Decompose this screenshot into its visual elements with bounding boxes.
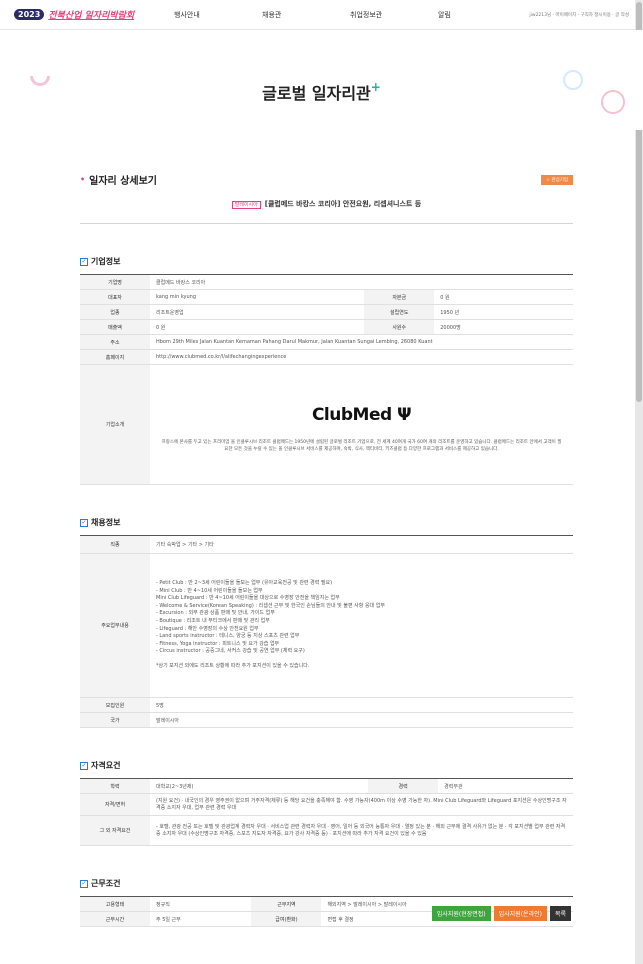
apply-offline-button[interactable]: 입사지원(현장면접) (431, 906, 491, 921)
table-row: 그 외 자격요건 - 호텔, 관광 전공 또는 호텔 및 관광업계 경력자 우대 … (80, 815, 573, 846)
label-employment-type: 고용형태 (80, 896, 150, 912)
value-capital: 0 원 (434, 289, 573, 305)
label-ceo: 대표자 (80, 289, 150, 305)
label-address: 주소 (80, 334, 150, 350)
label-company-name: 기업명 (80, 274, 150, 290)
table-row: 기업소개 ClubMed Ψ 프랑스에 본사를 두고 있는 프리미엄 올 인클루… (80, 364, 573, 485)
value-license: (지원 요건) · 내국인의 경우 영주권이 없으며 거주자격(체류) 등 해당… (150, 793, 573, 816)
value-address: Hbom 29th Miles Jalan Kuantan Kemaman Pa… (150, 334, 573, 350)
label-homepage: 홈페이지 (80, 349, 150, 365)
table-row: 매출액 0 원 사원수 20000명 (80, 319, 573, 335)
table-row: 국가 말레이시아 (80, 712, 573, 728)
value-country: 말레이시아 (150, 712, 573, 728)
plus-icon: + (370, 80, 381, 94)
label-employees: 사원수 (364, 319, 435, 335)
value-ceo: kang min kyung (150, 289, 365, 305)
value-education: 대학교(2~3년제) (150, 778, 369, 794)
section-company-info: ✓ 기업정보 (80, 257, 121, 266)
nav-item-event-info[interactable]: 행사안내 (174, 10, 262, 20)
company-logo: ClubMed Ψ (311, 404, 412, 425)
logo-year: 2023 (14, 9, 45, 20)
table-row: 업종 리조트운영업 설립연도 1950 년 (80, 304, 573, 320)
table-row: 직종 기타 숙박업 > 기타 > 기타 (80, 535, 573, 554)
apply-online-button[interactable]: 입사지원(온라인) (493, 906, 547, 921)
job-title: 말레이시아 [클럽메드 바캉스 코리아] 안전요원, 리셉셔니스트 등 (80, 199, 573, 224)
nav-item-job-info[interactable]: 취업정보관 (350, 10, 438, 20)
detail-heading-text: 일자리 상세보기 (89, 176, 158, 187)
section-qualification: ✓ 자격요건 (80, 761, 121, 770)
table-row: 주요업무내용 - Petit Club : 만 2~3세 어린이들을 돌보는 업무… (80, 553, 573, 698)
label-capital: 자본금 (364, 289, 435, 305)
label-job: 직종 (80, 535, 150, 554)
value-work-hours: 주 5일 근무 (150, 911, 252, 927)
section-recruit-info: ✓ 채용정보 (80, 518, 121, 527)
value-company-name: 클럽메드 바캉스 코리아 (150, 274, 573, 290)
section-work-conditions: ✓ 근무조건 (80, 879, 121, 888)
label-count: 모집인원 (80, 697, 150, 713)
recruit-info-table: 직종 기타 숙박업 > 기타 > 기타 주요업무내용 - Petit Club : … (80, 535, 573, 728)
user-utility-links[interactable]: jiw2213님 · 마이페이지 · 구직자 정시이용 · 글 작성 (529, 12, 629, 18)
value-job: 기타 숙박업 > 기타 > 기타 (150, 535, 573, 554)
label-work-hours: 근무시간 (80, 911, 150, 927)
label-duty: 주요업무내용 (80, 553, 150, 698)
nav-item-notice[interactable]: 알림 (438, 10, 526, 20)
page-title: 글로벌 일자리관+ (262, 80, 381, 103)
trident-icon: Ψ (397, 404, 412, 425)
value-count: 5명 (150, 697, 573, 713)
table-row: 학력 대학교(2~3년제) 경력 경력무관 (80, 778, 573, 794)
checkbox-icon: ✓ (80, 518, 88, 527)
label-founded: 설립연도 (364, 304, 435, 320)
logo-name: 전북산업 일자리박람회 (48, 11, 135, 21)
main-menu: 행사안내 채용관 취업정보관 알림 (174, 10, 526, 20)
checkbox-icon: ✓ (80, 879, 88, 888)
homepage-link[interactable]: http://www.clubmed.co.kr/l/alifechanging… (150, 349, 573, 365)
label-other-requirements: 그 외 자격요건 (80, 815, 150, 846)
value-employees: 20000명 (434, 319, 573, 335)
table-row: 대표자 kang min kyung 자본금 0 원 (80, 289, 573, 305)
table-row: 모집인원 5명 (80, 697, 573, 713)
label-license: 자격/면허 (80, 793, 150, 816)
scrollbar[interactable] (635, 0, 643, 964)
qualification-table: 학력 대학교(2~3년제) 경력 경력무관 자격/면허 (지원 요건) · 내국인의 경… (80, 778, 573, 846)
label-industry: 업종 (80, 304, 150, 320)
list-button[interactable]: 목록 (549, 906, 571, 921)
company-info-table: 기업명 클럽메드 바캉스 코리아 대표자 kang min kyung 자본금 0 원 … (80, 274, 573, 485)
bullet-icon: • (80, 175, 86, 184)
table-row: 기업명 클럽메드 바캉스 코리아 (80, 274, 573, 290)
nav-item-recruitment[interactable]: 채용관 (262, 10, 350, 20)
favorite-company-button[interactable]: ☆ 관심기업 (540, 174, 573, 185)
value-revenue: 0 원 (150, 319, 365, 335)
value-other-requirements: - 호텔, 관광 전공 또는 호텔 및 관광업계 경력자 우대 · 서비스업 관… (150, 815, 573, 846)
value-industry: 리조트운영업 (150, 304, 365, 320)
page: 2023 전북산업 일자리박람회 행사안내 채용관 취업정보관 알림 jiw22… (0, 0, 643, 964)
label-intro: 기업소개 (80, 364, 150, 485)
value-intro: ClubMed Ψ 프랑스에 본사를 두고 있는 프리미엄 올 인클루시브 리조… (150, 364, 573, 485)
label-salary: 급여(환화) (251, 911, 322, 927)
label-country: 국가 (80, 712, 150, 728)
table-row: 주소 Hbom 29th Miles Jalan Kuantan Kemaman … (80, 334, 573, 350)
detail-heading: • 일자리 상세보기 ☆ 관심기업 (80, 172, 573, 187)
company-intro-text: 프랑스에 본사를 두고 있는 프리미엄 올 인클루시브 리조트 클럽메드는 19… (161, 439, 562, 452)
checkbox-icon: ✓ (80, 761, 88, 770)
top-navigation: 2023 전북산업 일자리박람회 행사안내 채용관 취업정보관 알림 jiw22… (0, 0, 643, 30)
value-duty: - Petit Club : 만 2~3세 어린이들을 돌보는 업무 (유아교육… (150, 553, 573, 698)
hero-banner: 글로벌 일자리관+ (0, 30, 643, 130)
value-employment-type: 정규직 (150, 896, 252, 912)
table-row: 홈페이지 http://www.clubmed.co.kr/l/alifechan… (80, 349, 573, 365)
label-revenue: 매출액 (80, 319, 150, 335)
site-logo[interactable]: 2023 전북산업 일자리박람회 (14, 8, 174, 21)
main-content: • 일자리 상세보기 ☆ 관심기업 말레이시아 [클럽메드 바캉스 코리아] 안전… (0, 172, 643, 927)
job-title-text: [클럽메드 바캉스 코리아] 안전요원, 리셉셔니스트 등 (264, 200, 422, 208)
label-work-area: 근무지역 (251, 896, 322, 912)
value-founded: 1950 년 (434, 304, 573, 320)
country-badge: 말레이시아 (231, 201, 261, 209)
label-career: 경력 (368, 778, 439, 794)
table-row: 자격/면허 (지원 요건) · 내국인의 경우 영주권이 없으며 거주자격(체류)… (80, 793, 573, 816)
action-buttons: 입사지원(현장면접) 입사지원(온라인) 목록 (431, 906, 571, 921)
label-education: 학력 (80, 778, 150, 794)
checkbox-icon: ✓ (80, 257, 88, 266)
value-career: 경력무관 (438, 778, 573, 794)
